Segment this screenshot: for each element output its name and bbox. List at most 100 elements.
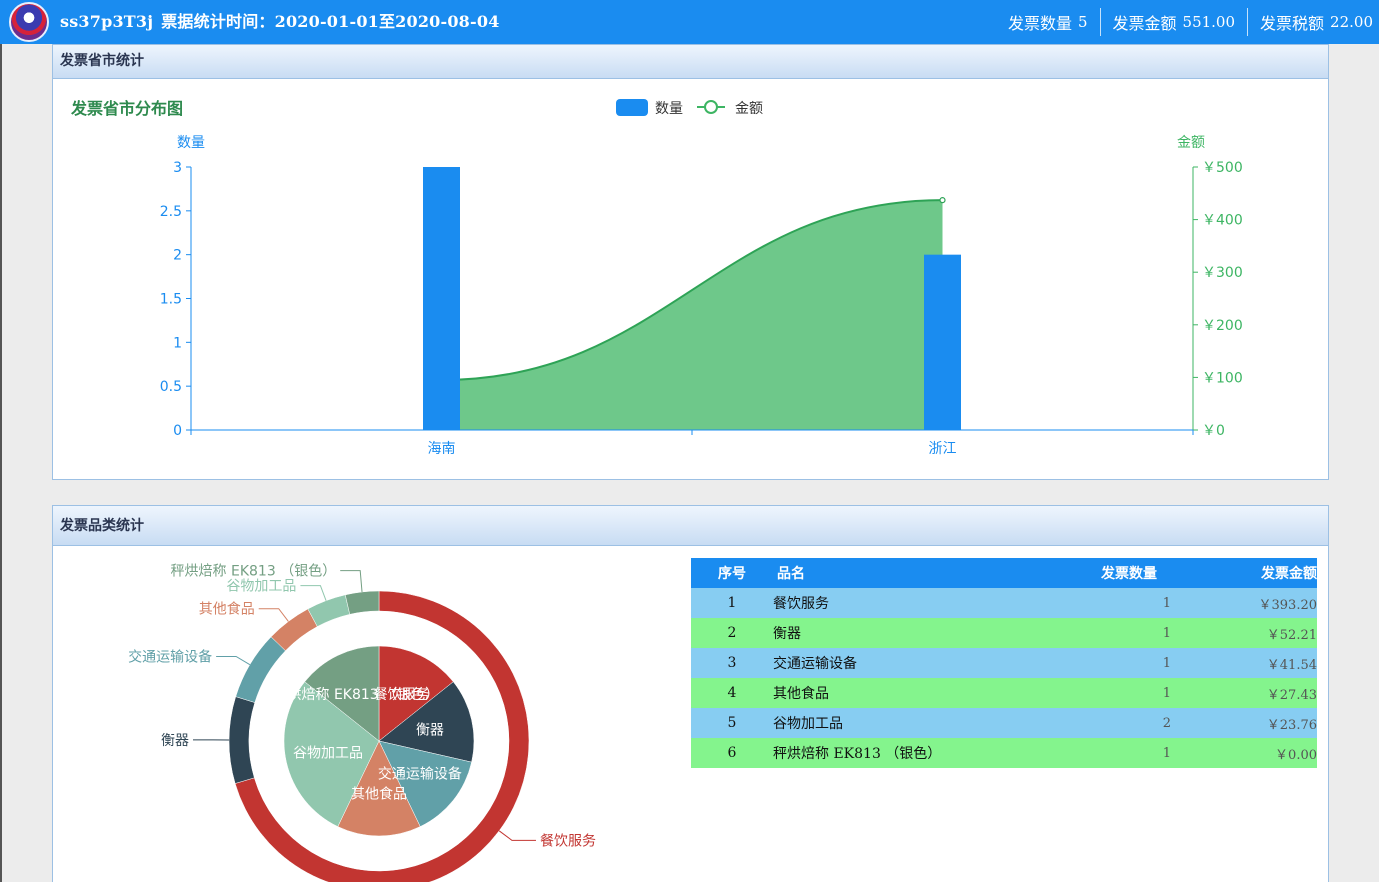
cell-index: 6 [691,738,773,768]
cell-count: 1 [1071,738,1181,768]
outer-slice-label: 衡器 [161,733,189,749]
outer-slice-label: 餐饮服务 [540,833,596,849]
panel-title: 发票省市统计 [53,45,1328,79]
stat-invoice-amount: 发票金额 551.00 [1099,8,1248,36]
x-tick-label: 浙江 [929,441,957,457]
legend-marker-amount [704,100,718,114]
cell-index: 3 [691,648,773,678]
y-axis-title-left: 数量 [177,135,205,151]
cell-index: 2 [691,618,773,648]
app-logo-icon [9,2,49,42]
cell-index: 5 [691,708,773,738]
y-tick-label-left: 3 [173,160,182,176]
cell-amount: ￥41.54 [1181,648,1317,678]
cell-amount: ￥27.43 [1181,678,1317,708]
cell-amount: ￥393.20 [1181,588,1317,618]
category-statistics-panel: 发票品类统计 餐饮服务 衡器 交通运输设备 其他食品 谷物加工品 秤烘焙称 EK813 （… [52,505,1329,882]
chart-legend[interactable]: 数量 金额 [616,99,763,117]
inner-slice-label: 秤烘焙称 EK813 （银色） [274,686,440,703]
table-row[interactable]: 1 餐饮服务 1 ￥393.20 [691,588,1317,618]
stat-label: 发票数量 [1007,14,1072,33]
header-stats: 发票数量 5 发票金额 551.00 发票税额 22.00 [996,0,1373,44]
statistics-period: 票据统计时间：2020-01-01至2020-08-04 [161,12,500,31]
cell-count: 2 [1071,708,1181,738]
y-tick-label-right: ￥100 [1202,370,1243,386]
chart-title: 发票省市分布图 [70,99,183,118]
stat-label: 发票金额 [1112,14,1177,33]
cell-name: 衡器 [773,618,1071,648]
cell-name: 交通运输设备 [773,648,1071,678]
cell-amount: ￥52.21 [1181,618,1317,648]
cell-amount: ￥0.00 [1181,738,1317,768]
outer-label-leader [498,830,536,841]
cell-count: 1 [1071,588,1181,618]
y-tick-label-right: ￥500 [1202,160,1243,176]
left-border [0,44,2,882]
user-code: ss37p3T3j [60,12,154,31]
outer-label-leader [216,656,251,666]
table-row[interactable]: 6 秤烘焙称 EK813 （银色） 1 ￥0.00 [691,738,1317,768]
y-tick-label-right: ￥400 [1202,213,1243,229]
y-tick-label-left: 1 [173,335,182,351]
y-tick-label-right: ￥300 [1202,265,1243,281]
cell-count: 1 [1071,678,1181,708]
outer-label-leader [300,585,327,601]
cell-count: 1 [1071,618,1181,648]
inner-slice-label: 谷物加工品 [293,746,363,762]
cell-amount: ￥23.76 [1181,708,1317,738]
bar-count-海南[interactable] [423,167,460,430]
header-title: ss37p3T3j 票据统计时间：2020-01-01至2020-08-04 [60,0,500,44]
stat-value: 551.00 [1182,13,1236,31]
table-row[interactable]: 3 交通运输设备 1 ￥41.54 [691,648,1317,678]
category-table: 序号 品名 发票数量 发票金额 1 餐饮服务 1 ￥393.20 2 衡器 1 … [691,558,1317,768]
stat-value: 22.00 [1330,13,1373,31]
outer-label-leader [258,608,289,622]
province-distribution-chart: 发票省市分布图 数量 金额 数量 金额 0 0.5 1 1.5 2 2.5 3 ￥0 ￥100 ￥… [70,99,1243,457]
outer-slice-6[interactable] [344,590,380,615]
table-row[interactable]: 2 衡器 1 ￥52.21 [691,618,1317,648]
cell-index: 1 [691,588,773,618]
y-tick-label-left: 0 [173,423,182,439]
y-tick-label-left: 1.5 [160,292,182,308]
area-fill-amount [441,200,943,430]
inner-slice-label: 交通运输设备 [378,766,462,783]
outer-label-leader [340,570,363,593]
stat-value: 5 [1077,13,1088,31]
col-header-index[interactable]: 序号 [691,558,773,588]
area-point-浙江[interactable] [939,197,946,204]
stat-invoice-count: 发票数量 5 [996,8,1100,36]
legend-label-count: 数量 [655,101,683,117]
cell-name: 餐饮服务 [773,588,1071,618]
cell-count: 1 [1071,648,1181,678]
outer-slice-2[interactable] [228,696,256,784]
x-tick-label: 海南 [428,441,456,457]
y-tick-label-right: ￥0 [1202,423,1225,439]
inner-slice-label: 其他食品 [351,785,407,802]
col-header-count[interactable]: 发票数量 [1071,558,1181,588]
bar-count-浙江[interactable] [924,254,961,430]
table-row[interactable]: 5 谷物加工品 2 ￥23.76 [691,708,1317,738]
outer-slice-label: 其他食品 [199,601,255,618]
cell-index: 4 [691,678,773,708]
y-tick-label-left: 2 [173,248,182,264]
legend-swatch-count [616,99,648,116]
stat-invoice-tax: 发票税额 22.00 [1247,8,1373,36]
outer-slice-label: 谷物加工品 [226,579,296,595]
outer-slice-label: 秤烘焙称 EK813 （银色） [171,563,337,580]
legend-label-amount: 金额 [735,101,763,117]
inner-slice-label: 衡器 [416,722,444,738]
province-statistics-panel: 发票省市统计 发票省市分布图 数量 金额 数量 金额 0 0.5 1 1.5 2 2.5 3… [52,44,1329,480]
y-tick-label-left: 0.5 [160,379,182,395]
outer-slice-label: 交通运输设备 [128,649,212,666]
category-pie-chart: 餐饮服务衡器交通运输设备其他食品谷物加工品秤烘焙称 EK813 （银色）餐饮服务… [128,563,596,882]
y-tick-label-right: ￥200 [1202,318,1243,334]
y-tick-label-left: 2.5 [160,204,182,220]
cell-name: 谷物加工品 [773,708,1071,738]
col-header-name[interactable]: 品名 [773,558,1071,588]
col-header-amount[interactable]: 发票金额 [1181,558,1317,588]
cell-name: 其他食品 [773,678,1071,708]
table-row[interactable]: 4 其他食品 1 ￥27.43 [691,678,1317,708]
table-header-row: 序号 品名 发票数量 发票金额 [691,558,1317,588]
cell-name: 秤烘焙称 EK813 （银色） [773,738,1071,768]
y-axis-title-right: 金额 [1177,135,1205,151]
